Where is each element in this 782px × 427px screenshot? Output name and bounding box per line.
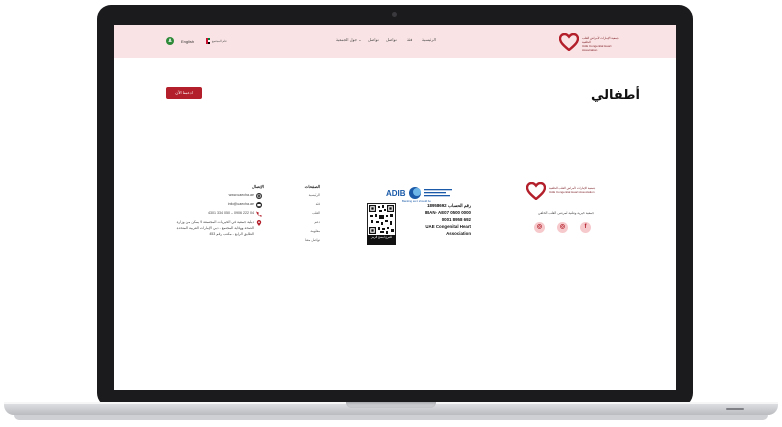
nav-item-contact-1[interactable]: تواصل [386,37,397,42]
contact-address-line1: دبلية جمعية في الخيريات المجتمعة لا يمكن… [176,220,254,224]
bank-iban-line1: IBAN- AE07 0500 0000 [424,210,471,215]
social-facebook-button[interactable]: f [580,222,591,233]
flag-logo-text: عام المجتمع [212,39,227,43]
language-badge[interactable]: A [166,37,174,45]
contact-email[interactable]: info@uaecha.ae [162,202,254,206]
footer-logo-text-en: UAE Congenital Heart Association [549,190,595,194]
footer-link-heart[interactable]: القلب [290,211,320,215]
screen: A English عام المجتمع الرئيسية فئة تواصل… [114,25,676,390]
footer-link-contact[interactable]: تواصل معنا [290,238,320,242]
globe-icon [256,193,262,199]
footer-link-category[interactable]: فئة [290,202,320,206]
bank-account-number: رقم الحساب 18958692 [427,203,471,208]
instagram-alt-icon: ◎ [559,224,566,230]
laptop-slit [726,408,744,410]
footer-logo-text: جمعية الإمارات لأمراض القلب الخلقية UAE … [549,186,597,194]
footer-link-info[interactable]: معلومة [290,229,320,233]
instagram-icon: ◎ [536,224,543,230]
email-icon [256,202,262,208]
social-instagram-button[interactable]: ◎ [534,222,545,233]
bank-name-line1: UAE Congenital Heart [425,224,471,229]
footer-tagline: جمعية خيرية وطنية لمرضى القلب الخلقي [537,211,594,215]
location-pin-icon [256,220,262,226]
camera-icon [392,12,397,17]
footer-link-support[interactable]: دعم [290,220,320,224]
site-header: A English عام المجتمع الرئيسية فئة تواصل… [114,25,676,58]
nav-item-about[interactable]: جول الجمعية ⌄ [336,37,362,42]
bank-name-line2: Association [446,231,471,236]
site-logo-text-ar: جمعية الإمارات لأمراض القلب الخلقية [582,36,619,44]
chevron-down-icon: ⌄ [358,37,362,42]
site-logo-text: جمعية الإمارات لأمراض القلب الخلقية UAE … [582,36,626,52]
bank-iban-line2: 0001 8958 692 [441,217,471,222]
contact-website[interactable]: www.uaecha.ae [162,193,254,197]
year-of-community-logo: عام المجتمع [206,38,227,44]
qr-caption: للتبرع امسح الرمز [367,235,396,245]
laptop-notch [346,402,436,408]
page-title: أطفالي [591,88,640,103]
footer-contact-title: الإتصال [251,184,264,189]
contact-address-line2: الصحة ووقاية المجتمع - دبي الإمارات العر… [176,226,254,230]
footer-heart-logo-icon [526,182,546,200]
footer-link-home[interactable]: الرئيسية [290,193,320,197]
heart-logo-icon[interactable] [559,33,579,51]
laptop-base-shadow [14,415,768,420]
social-instagram-alt-button[interactable]: ◎ [557,222,568,233]
nav-item-category[interactable]: فئة [407,37,412,42]
donate-button[interactable]: ادعمنا الآن [166,87,202,99]
site-logo-text-en: UAE Congenital Heart Association [582,44,612,52]
donation-qr-code[interactable] [367,203,396,236]
language-switch-link[interactable]: English [181,39,194,44]
contact-address-line3: الطابق الرابع - مكتب رقم 453 [209,232,254,236]
phone-icon [256,211,262,217]
contact-phone[interactable]: 4301 334 050 – 0906 222 04 [162,211,254,215]
facebook-icon: f [584,224,587,230]
nav-item-home[interactable]: الرئيسية [422,37,436,42]
footer-pages-title: الصفحات [304,184,320,189]
adib-logo-text: ADIB [386,189,406,198]
nav-item-contact-2[interactable]: تواصل [368,37,379,42]
